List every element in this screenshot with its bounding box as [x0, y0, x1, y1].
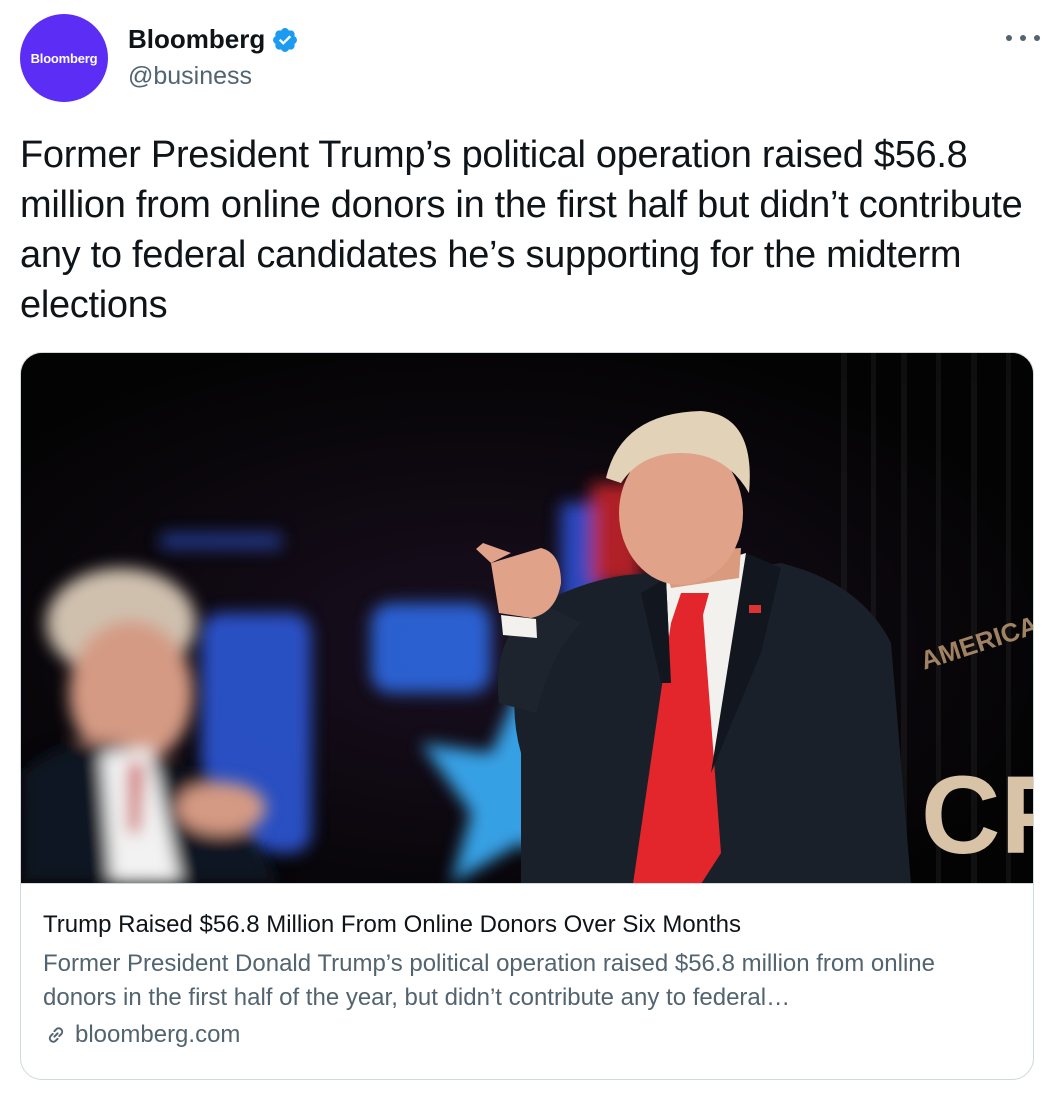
- author-name-row: Bloomberg: [128, 24, 299, 55]
- more-horizontal-icon[interactable]: [1006, 28, 1040, 48]
- card-photo: AMERICA CONSER UNION CP: [21, 353, 1033, 883]
- tweet-header: Bloomberg Bloomberg @business: [20, 14, 1040, 104]
- avatar[interactable]: Bloomberg: [20, 14, 108, 102]
- avatar-wordmark: Bloomberg: [30, 50, 98, 66]
- tweet-text: Former President Trump’s political opera…: [20, 134, 1023, 326]
- author-handle[interactable]: @business: [128, 62, 252, 91]
- dot: [1006, 35, 1012, 41]
- card-image[interactable]: AMERICA CONSER UNION CP: [21, 353, 1033, 884]
- card-description: Former President Donald Trump’s politica…: [43, 950, 935, 1011]
- card-domain: bloomberg.com: [75, 1021, 241, 1048]
- card-title[interactable]: Trump Raised $56.8 Million From Online D…: [43, 909, 1013, 941]
- card-domain-row[interactable]: bloomberg.com: [43, 1021, 1013, 1049]
- dot: [1020, 35, 1026, 41]
- link-card[interactable]: AMERICA CONSER UNION CP: [20, 352, 1034, 1080]
- card-body: Trump Raised $56.8 Million From Online D…: [43, 909, 1013, 1049]
- link-icon: [48, 1027, 64, 1043]
- banner-logo: CP: [921, 754, 1033, 877]
- dot: [1034, 35, 1040, 41]
- verified-badge-icon: [273, 27, 298, 52]
- author-name[interactable]: Bloomberg: [128, 24, 265, 55]
